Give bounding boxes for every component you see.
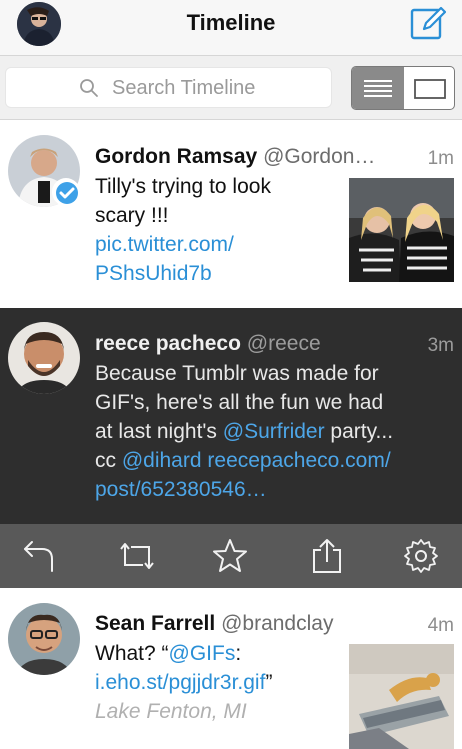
reply-icon[interactable] <box>22 538 58 574</box>
mention-link[interactable]: @dihard <box>122 449 202 472</box>
search-input[interactable]: Search Timeline <box>5 67 332 108</box>
avatar[interactable] <box>8 322 80 394</box>
tweet-text-line: GIF's, here's all the fun we had <box>95 391 384 414</box>
tweet-row[interactable]: Sean Farrell @brandclay 4m What? “@GIFs:… <box>0 588 462 749</box>
verified-badge-icon <box>52 178 81 207</box>
tweet-author[interactable]: reece pacheco @reece <box>95 332 321 356</box>
search-icon <box>79 78 99 98</box>
search-bar: Search Timeline <box>0 56 462 120</box>
share-icon[interactable] <box>309 538 345 574</box>
tweet-photo-thumbnail[interactable] <box>349 644 454 749</box>
tweet-text: Because Tumblr was made for GIF's, here'… <box>95 359 393 504</box>
nav-bar: Timeline <box>0 0 462 56</box>
author-name: Sean Farrell <box>95 612 216 635</box>
tweet-text-span: at last night's <box>95 420 223 443</box>
author-handle: @reece <box>246 332 321 355</box>
tweet-link[interactable]: PShsUhid7b <box>95 259 271 288</box>
search-placeholder: Search Timeline <box>112 77 256 99</box>
tweet-text: What? “@GIFs: i.eho.st/pgjjdr3r.gif” Lak… <box>95 639 272 726</box>
tweet-text-line: Because Tumblr was made for <box>95 362 379 385</box>
list-view-button[interactable] <box>352 67 404 109</box>
view-mode-toggle <box>351 66 455 110</box>
tweet-time: 1m <box>427 148 454 169</box>
tweet-text: Tilly's trying to look scary !!! pic.twi… <box>95 172 271 288</box>
tweet-row-selected[interactable]: reece pacheco @reece 3m Because Tumblr w… <box>0 308 462 524</box>
tweet-link[interactable]: reecepacheco.com/ <box>207 449 390 472</box>
avatar[interactable] <box>8 603 80 675</box>
author-handle: @brandclay <box>221 612 334 635</box>
author-name: reece pacheco <box>95 332 241 355</box>
tweet-link[interactable]: pic.twitter.com/ <box>95 230 271 259</box>
page-title: Timeline <box>186 10 276 35</box>
favorite-icon[interactable] <box>211 538 247 574</box>
mention-link[interactable]: @Surfrider <box>223 420 325 443</box>
tweet-text-line: scary !!! <box>95 204 169 227</box>
card-view-button[interactable] <box>404 67 454 109</box>
tweet-author[interactable]: Sean Farrell @brandclay <box>95 612 333 636</box>
tweet-action-bar <box>0 524 462 588</box>
tweet-text-line: cc @dihard reecepacheco.com/ <box>95 446 393 475</box>
tweet-text-span: What? “ <box>95 642 169 665</box>
tweet-photo-thumbnail[interactable] <box>349 178 454 282</box>
tweet-link[interactable]: i.eho.st/pgjjdr3r.gif <box>95 671 265 694</box>
tweet-text-line: i.eho.st/pgjjdr3r.gif” <box>95 668 272 697</box>
tweet-time: 3m <box>427 335 454 356</box>
tweet-location[interactable]: Lake Fenton, MI <box>95 697 272 726</box>
tweet-time: 4m <box>427 615 454 636</box>
tweet-text-line: Tilly's trying to look <box>95 175 271 198</box>
tweet-text-line: at last night's @Surfrider party... <box>95 417 393 446</box>
author-handle: @Gordon… <box>263 145 376 168</box>
tweet-text-span: cc <box>95 449 122 472</box>
author-name: Gordon Ramsay <box>95 145 258 168</box>
retweet-icon[interactable] <box>115 538 159 574</box>
tweet-link[interactable]: post/652380546… <box>95 475 393 504</box>
compose-icon[interactable] <box>410 5 447 41</box>
tweet-text-span: party... <box>324 420 394 443</box>
tweet-text-line: What? “@GIFs: <box>95 639 272 668</box>
tweet-author[interactable]: Gordon Ramsay @Gordon… <box>95 145 375 169</box>
settings-icon[interactable] <box>403 538 439 574</box>
tweet-row[interactable]: Gordon Ramsay @Gordon… 1m Tilly's trying… <box>0 121 462 309</box>
tweet-text-span: ” <box>265 671 273 694</box>
mention-link[interactable]: @GIFs <box>169 642 236 665</box>
tweet-text-span: : <box>235 642 242 665</box>
